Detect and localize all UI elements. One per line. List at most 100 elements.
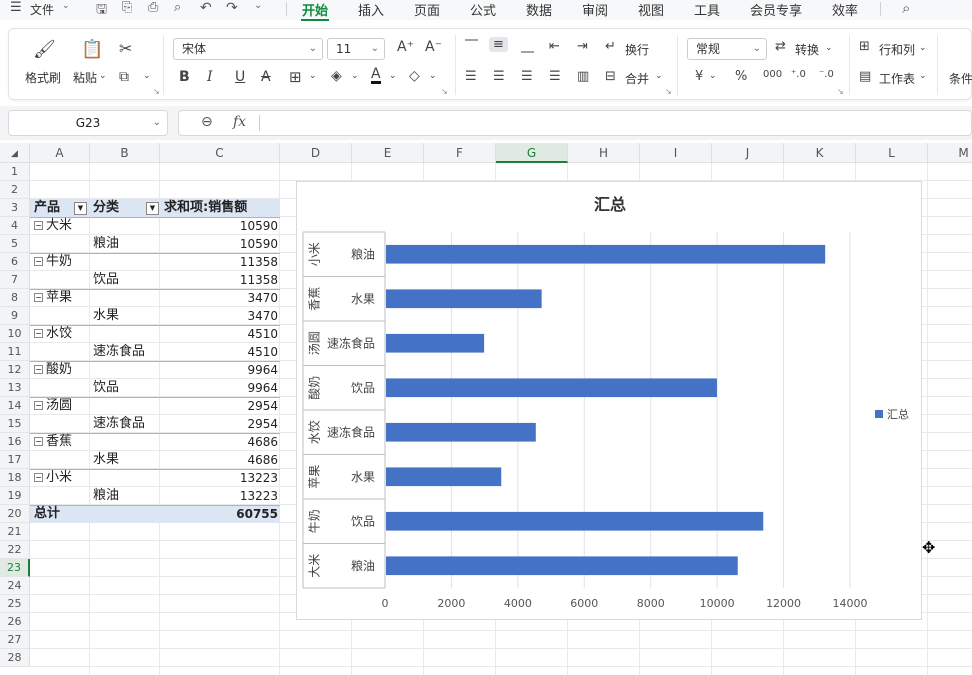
align-bottom-icon[interactable]: ⎽ xyxy=(521,39,534,54)
name-box[interactable]: G23 ⌄ xyxy=(8,110,168,136)
tab-start[interactable]: 开始 xyxy=(302,0,328,19)
row-header-19[interactable]: 19 xyxy=(0,487,30,505)
pivot-value-cell[interactable]: 3470 xyxy=(160,289,278,307)
redo-icon[interactable]: ↷ xyxy=(226,0,238,16)
pivot-header-sum[interactable]: 求和项:销售额 xyxy=(164,199,247,217)
percent-icon[interactable]: % xyxy=(735,69,747,84)
pivot-value-cell[interactable]: 4686 xyxy=(160,451,278,469)
format-painter-label[interactable]: 格式刷 xyxy=(25,69,61,86)
column-header-d[interactable]: D xyxy=(280,143,352,163)
row-header-1[interactable]: 1 xyxy=(0,163,30,181)
wrap-icon[interactable]: ↵ xyxy=(605,39,616,54)
indent-decrease-icon[interactable]: ⇤ xyxy=(549,39,560,54)
pivot-category-cell[interactable]: 速冻食品 xyxy=(93,343,145,361)
convert-label[interactable]: 转换 xyxy=(795,41,819,58)
italic-icon[interactable]: I xyxy=(207,69,213,85)
pivot-value-cell[interactable]: 3470 xyxy=(160,307,278,325)
convert-icon[interactable]: ⇄ xyxy=(775,39,786,54)
copy-icon[interactable]: ⧉ xyxy=(119,69,129,85)
row-header-20[interactable]: 20 xyxy=(0,505,30,523)
pivot-value-cell[interactable]: 10590 xyxy=(160,235,278,253)
rows-cols-icon[interactable]: ⊞ xyxy=(859,39,870,54)
tab-review[interactable]: 审阅 xyxy=(582,0,608,19)
pivot-category-cell[interactable]: 水果 xyxy=(93,451,119,469)
pivot-product-cell[interactable]: − 酸奶 xyxy=(34,361,72,379)
worksheet-label[interactable]: 工作表 xyxy=(879,70,915,87)
border-icon[interactable]: ⊞ xyxy=(289,68,302,86)
chart-bar[interactable] xyxy=(386,333,485,353)
save-icon[interactable]: 🖫 xyxy=(96,0,107,22)
row-header-22[interactable]: 22 xyxy=(0,541,30,559)
pivot-total-label[interactable]: 总计 xyxy=(34,505,60,523)
align-top-icon[interactable]: ⎺ xyxy=(465,39,478,54)
decimal-increase-icon[interactable]: ⁺.0 xyxy=(791,69,806,80)
search-icon[interactable]: ⌕ xyxy=(902,0,910,17)
pivot-category-cell[interactable]: 粮油 xyxy=(93,487,119,505)
increase-font-icon[interactable]: A⁺ xyxy=(397,39,414,55)
pivot-value-cell[interactable]: 9964 xyxy=(160,361,278,379)
chart-title[interactable]: 汇总 xyxy=(594,195,626,214)
bar-chart[interactable]: 汇总 粮油 大米 饮品 牛奶 水果 苹果 速冻食品 水饺 饮品 酸奶 速冻食品 汤圆 水果 香蕉 粮油 小米 … xyxy=(296,181,922,620)
pivot-product-cell[interactable]: − 牛奶 xyxy=(34,253,72,271)
pivot-header-category[interactable]: 分类 xyxy=(93,199,119,217)
font-color-dropdown-icon[interactable]: ⌄ xyxy=(389,71,397,81)
collapse-icon[interactable]: − xyxy=(34,401,43,410)
row-header-5[interactable]: 5 xyxy=(0,235,30,253)
pivot-category-cell[interactable]: 水果 xyxy=(93,307,119,325)
print-icon[interactable]: ⎙ xyxy=(148,0,158,15)
row-header-26[interactable]: 26 xyxy=(0,613,30,631)
pivot-total-value[interactable]: 60755 xyxy=(160,505,278,523)
align-center-icon[interactable]: ☰ xyxy=(493,69,505,84)
tab-formula[interactable]: 公式 xyxy=(470,0,496,19)
clipboard-launcher-icon[interactable]: ↘ xyxy=(153,87,160,96)
align-middle-icon[interactable]: ≡ xyxy=(489,37,508,52)
pivot-product-cell[interactable]: − 汤圆 xyxy=(34,397,72,415)
row-header-3[interactable]: 3 xyxy=(0,199,30,217)
tab-view[interactable]: 视图 xyxy=(638,0,664,19)
justify-icon[interactable]: ☰ xyxy=(549,69,561,84)
chart-bar[interactable] xyxy=(386,244,826,264)
pivot-value-cell[interactable]: 13223 xyxy=(160,487,278,505)
align-right-icon[interactable]: ☰ xyxy=(521,69,533,84)
tab-page[interactable]: 页面 xyxy=(414,0,440,19)
collapse-icon[interactable]: − xyxy=(34,437,43,446)
formula-input[interactable]: ⊖ fx xyxy=(178,110,972,136)
chart-bar[interactable] xyxy=(386,511,764,531)
strikethrough-icon[interactable]: A xyxy=(261,69,271,85)
collapse-icon[interactable]: − xyxy=(34,257,43,266)
rows-cols-dropdown-icon[interactable]: ⌄ xyxy=(919,43,927,53)
font-name-select[interactable]: 宋体 ⌄ xyxy=(173,38,323,60)
thousands-icon[interactable]: 000 xyxy=(763,69,782,80)
column-header-m[interactable]: M xyxy=(928,143,972,163)
border-dropdown-icon[interactable]: ⌄ xyxy=(309,71,317,81)
function-icon[interactable]: fx xyxy=(233,114,246,130)
row-header-7[interactable]: 7 xyxy=(0,271,30,289)
font-launcher-icon[interactable]: ↘ xyxy=(441,87,448,96)
currency-dropdown-icon[interactable]: ⌄ xyxy=(709,71,717,81)
convert-dropdown-icon[interactable]: ⌄ xyxy=(825,43,833,53)
tab-data[interactable]: 数据 xyxy=(526,0,552,19)
file-dropdown-icon[interactable]: ⌄ xyxy=(62,1,70,11)
collapse-icon[interactable]: − xyxy=(34,473,43,482)
row-header-6[interactable]: 6 xyxy=(0,253,30,271)
pivot-value-cell[interactable]: 2954 xyxy=(160,397,278,415)
pivot-header-product[interactable]: 产品 xyxy=(34,199,60,217)
row-header-27[interactable]: 27 xyxy=(0,631,30,649)
row-header-15[interactable]: 15 xyxy=(0,415,30,433)
pivot-product-cell[interactable]: − 苹果 xyxy=(34,289,72,307)
pivot-value-cell[interactable]: 9964 xyxy=(160,379,278,397)
column-header-g[interactable]: G xyxy=(496,143,568,163)
share-icon[interactable]: ⎘ xyxy=(122,0,132,15)
chart-bar[interactable] xyxy=(386,289,542,309)
chevron-down-icon[interactable]: ⌄ xyxy=(153,111,161,135)
row-header-16[interactable]: 16 xyxy=(0,433,30,451)
pivot-category-cell[interactable]: 饮品 xyxy=(93,379,119,397)
row-header-17[interactable]: 17 xyxy=(0,451,30,469)
collapse-icon[interactable]: − xyxy=(34,221,43,230)
pivot-value-cell[interactable]: 13223 xyxy=(160,469,278,487)
pivot-value-cell[interactable]: 11358 xyxy=(160,253,278,271)
column-header-k[interactable]: K xyxy=(784,143,856,163)
row-header-23[interactable]: 23 xyxy=(0,559,30,577)
currency-icon[interactable]: ¥ xyxy=(695,69,703,84)
indent-increase-icon[interactable]: ⇥ xyxy=(577,39,588,54)
